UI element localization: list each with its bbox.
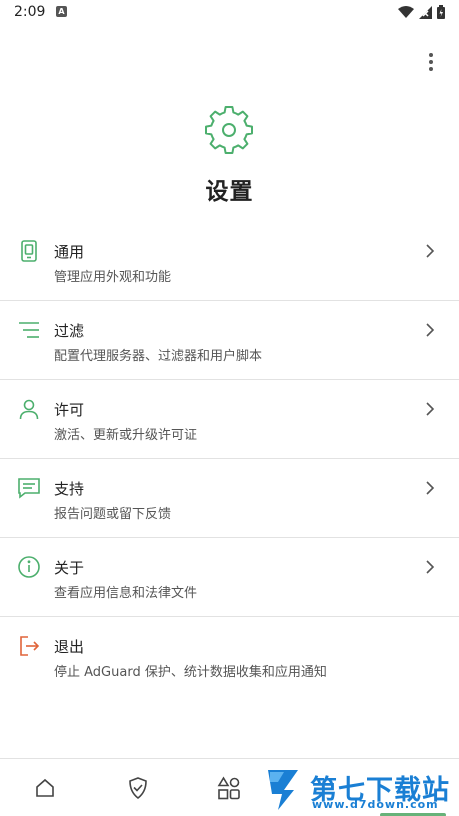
settings-item-license[interactable]: 许可 激活、更新或升级许可证 [0,380,459,459]
settings-item-general[interactable]: 通用 管理应用外观和功能 [0,222,459,301]
item-title: 通用 [54,243,85,261]
filter-lines-icon [19,322,39,338]
more-dot [429,67,433,71]
status-time: 2:09 [14,4,46,20]
chevron-right-icon [426,323,435,337]
item-description: 停止 AdGuard 保护、统计数据收集和应用通知 [54,665,327,680]
watermark-logo [268,770,298,810]
item-description: 报告问题或留下反馈 [54,507,172,522]
page-title: 设置 [205,179,254,205]
item-title: 关于 [54,559,85,577]
item-title: 许可 [54,401,85,419]
status-icons [398,5,445,19]
chat-icon [18,478,40,499]
item-description: 管理应用外观和功能 [54,270,172,285]
notification-icon: A [56,6,67,17]
chevron-right-icon [426,481,435,495]
watermark-url: www.d7down.com [312,798,439,811]
item-title: 退出 [54,638,85,656]
person-icon [19,399,39,420]
apps-icon[interactable] [216,775,242,801]
watermark: 第七下载站 www.d7down.com [262,764,454,814]
gear-icon [205,106,253,154]
phone-icon [21,240,37,262]
chevron-right-icon [426,244,435,258]
settings-item-about[interactable]: 关于 查看应用信息和法律文件 [0,538,459,617]
more-dot [429,60,433,64]
shield-icon[interactable] [125,775,151,801]
status-bar: 2:09 A [0,0,459,26]
settings-item-exit[interactable]: 退出 停止 AdGuard 保护、统计数据收集和应用通知 [0,617,459,696]
home-icon[interactable] [32,775,58,801]
settings-item-filtering[interactable]: 过滤 配置代理服务器、过滤器和用户脚本 [0,301,459,380]
settings-item-support[interactable]: 支持 报告问题或留下反馈 [0,459,459,538]
item-title: 支持 [54,480,85,498]
settings-list: 通用 管理应用外观和功能 过滤 配置代理服务器、过滤器和用户脚本 许可 激活、更… [0,222,459,696]
item-description: 查看应用信息和法律文件 [54,586,198,601]
logout-icon [20,636,40,656]
wifi-icon [398,5,414,18]
battery-icon [437,5,445,19]
item-title: 过滤 [54,322,85,340]
signal-icon [419,5,432,19]
chevron-right-icon [426,560,435,574]
more-dot [429,53,433,57]
chevron-right-icon [426,402,435,416]
item-description: 激活、更新或升级许可证 [54,428,198,443]
item-description: 配置代理服务器、过滤器和用户脚本 [54,349,263,364]
more-options-button[interactable] [416,50,446,74]
info-icon [18,556,40,578]
